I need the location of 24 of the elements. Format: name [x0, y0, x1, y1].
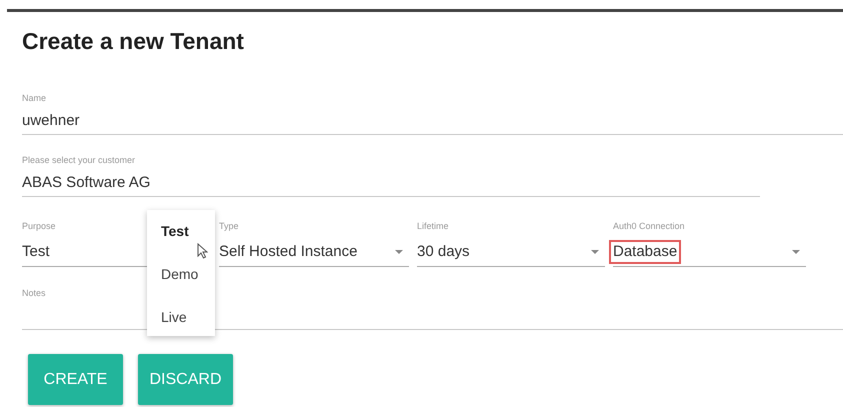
- selected-value: Test: [21, 242, 51, 262]
- selected-value: Database: [611, 242, 680, 262]
- selected-value: 30 days: [416, 242, 471, 262]
- field-value[interactable]: uwehner: [22, 112, 80, 130]
- menu-option[interactable]: Demo: [147, 265, 198, 283]
- field-value[interactable]: ABAS Software AG: [22, 174, 150, 192]
- field-label: Auth0 Connection: [613, 220, 685, 232]
- mouse-cursor-icon: [197, 243, 208, 259]
- page-title: Create a new Tenant: [22, 28, 244, 54]
- menu-option[interactable]: Test: [147, 222, 189, 240]
- field-label: Purpose: [22, 220, 56, 232]
- menu-option[interactable]: Live: [147, 308, 187, 326]
- dropdown-arrow-icon[interactable]: [792, 250, 800, 254]
- field-label: Name: [22, 92, 46, 104]
- dropdown-arrow-icon[interactable]: [395, 250, 403, 254]
- dropdown-arrow-icon[interactable]: [591, 250, 599, 254]
- field-label: Type: [219, 220, 239, 232]
- select-field[interactable]: 30 days: [417, 240, 605, 267]
- select-field[interactable]: Self Hosted Instance: [219, 240, 409, 267]
- field-label: Please select your customer: [22, 154, 136, 166]
- field-label: Lifetime: [417, 220, 449, 232]
- select-field[interactable]: Database: [613, 240, 806, 267]
- field-label: Notes: [22, 287, 46, 299]
- selected-value: Self Hosted Instance: [218, 242, 358, 262]
